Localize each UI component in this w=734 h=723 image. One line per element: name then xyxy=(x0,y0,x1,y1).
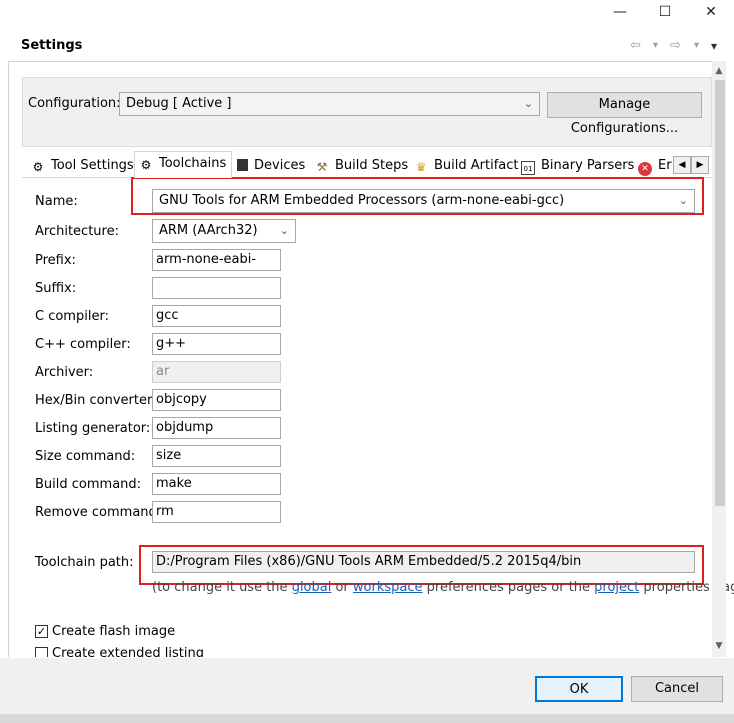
close-button[interactable]: ✕ xyxy=(703,4,719,20)
suffix-label: Suffix: xyxy=(35,281,77,296)
tab-tool-settings[interactable]: ⚙ Tool Settings xyxy=(27,154,134,178)
create-extended-listing-label: Create extended listing xyxy=(52,647,204,657)
chip-icon xyxy=(237,159,248,171)
hammer-icon: ⚒ xyxy=(316,160,328,174)
size-label: Size command: xyxy=(35,449,136,464)
tab-label: Er xyxy=(658,158,672,173)
tab-scroll-left-button[interactable]: ◀ xyxy=(673,156,691,174)
minimize-button[interactable]: — xyxy=(612,4,628,20)
cpp-compiler-label: C++ compiler: xyxy=(35,337,131,352)
error-icon: ✕ xyxy=(638,162,652,176)
maximize-button[interactable]: ☐ xyxy=(657,4,673,20)
listing-label: Listing generator: xyxy=(35,421,151,436)
tab-label: Devices xyxy=(254,158,306,173)
build-input[interactable]: make xyxy=(152,473,281,495)
trophy-icon: ♛ xyxy=(415,160,427,174)
c-compiler-label: C compiler: xyxy=(35,309,109,324)
hint-text: preferences pages or the xyxy=(422,580,595,595)
name-highlight-box xyxy=(131,177,704,215)
tab-build-artifact[interactable]: ♛ Build Artifact xyxy=(410,154,519,178)
forward-arrow-icon[interactable]: ⇨ xyxy=(670,38,681,54)
suffix-input[interactable] xyxy=(152,277,281,299)
tab-build-steps[interactable]: ⚒ Build Steps xyxy=(311,154,409,178)
workspace-link[interactable]: workspace xyxy=(353,580,423,595)
binary-icon: 01 xyxy=(521,161,535,175)
c-compiler-input[interactable]: gcc xyxy=(152,305,281,327)
tab-binary-parsers[interactable]: 01 Binary Parsers xyxy=(517,154,634,178)
view-menu-icon[interactable]: ▾ xyxy=(711,38,717,54)
scrollbar-thumb[interactable] xyxy=(715,80,725,506)
clipped-row: Create extended listing xyxy=(0,647,712,657)
architecture-value: ARM (AArch32) xyxy=(159,223,258,238)
hexbin-input[interactable]: objcopy xyxy=(152,389,281,411)
tab-error-parsers[interactable]: ✕ Er xyxy=(634,154,672,178)
cpp-compiler-input[interactable]: g++ xyxy=(152,333,281,355)
tab-label: Build Steps xyxy=(335,158,409,173)
archiver-label: Archiver: xyxy=(35,365,94,380)
gear-icon: ⚙ xyxy=(140,158,152,172)
archiver-input: ar xyxy=(152,361,281,383)
gear-icon: ⚙ xyxy=(32,160,44,174)
tab-toolchains[interactable]: ⚙ Toolchains xyxy=(134,151,232,178)
tab-devices[interactable]: Devices xyxy=(233,154,305,178)
chevron-down-icon: ⌄ xyxy=(523,97,533,110)
page-title: Settings xyxy=(21,38,83,53)
configuration-label: Configuration: xyxy=(28,96,121,111)
ok-button[interactable]: OK xyxy=(535,676,623,702)
tab-scroll-right-button[interactable]: ▶ xyxy=(691,156,709,174)
global-link[interactable]: global xyxy=(292,580,332,595)
scroll-up-icon[interactable]: ▲ xyxy=(712,64,726,78)
back-dropdown-icon[interactable]: ▾ xyxy=(653,38,658,54)
forward-dropdown-icon[interactable]: ▾ xyxy=(694,38,699,54)
back-arrow-icon[interactable]: ⇦ xyxy=(630,38,641,54)
create-flash-image-checkbox[interactable]: ✓ xyxy=(35,625,48,638)
architecture-label: Architecture: xyxy=(35,224,119,239)
manage-configurations-button[interactable]: Manage Configurations... xyxy=(547,92,702,136)
size-input[interactable]: size xyxy=(152,445,281,467)
project-link[interactable]: project xyxy=(594,580,639,595)
toolchain-path-highlight-box xyxy=(139,545,704,585)
name-label: Name: xyxy=(35,194,78,209)
cancel-button[interactable]: Cancel xyxy=(631,676,723,702)
hint-text: or xyxy=(331,580,353,595)
scroll-down-icon[interactable]: ▼ xyxy=(712,639,726,653)
hexbin-label: Hex/Bin converter: xyxy=(35,393,157,408)
prefix-label: Prefix: xyxy=(35,253,76,268)
toolchain-path-label: Toolchain path: xyxy=(35,555,134,570)
listing-input[interactable]: objdump xyxy=(152,417,281,439)
create-flash-image-label: Create flash image xyxy=(52,624,176,639)
tab-label: Binary Parsers xyxy=(541,158,635,173)
tab-label: Tool Settings xyxy=(51,158,134,173)
configuration-value: Debug [ Active ] xyxy=(126,96,232,111)
build-label: Build command: xyxy=(35,477,142,492)
architecture-select[interactable]: ARM (AArch32) ⌄ xyxy=(152,219,296,243)
create-extended-listing-checkbox[interactable] xyxy=(35,647,48,657)
footer-edge xyxy=(0,714,734,723)
chevron-down-icon: ⌄ xyxy=(279,224,289,237)
remove-input[interactable]: rm xyxy=(152,501,281,523)
configuration-select[interactable]: Debug [ Active ] ⌄ xyxy=(119,92,540,116)
tab-label: Toolchains xyxy=(159,156,227,171)
tab-label: Build Artifact xyxy=(434,158,519,173)
remove-label: Remove command: xyxy=(35,505,162,520)
hint-text: (to change it use the xyxy=(152,580,292,595)
toolchain-path-hint: (to change it use the global or workspac… xyxy=(152,580,734,595)
prefix-input[interactable]: arm-none-eabi- xyxy=(152,249,281,271)
